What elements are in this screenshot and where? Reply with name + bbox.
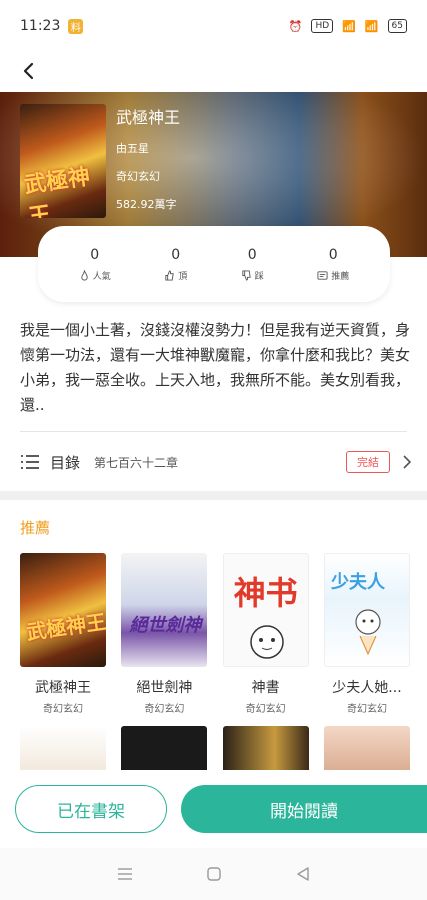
recommend-genre: 奇幻玄幻 [245,704,286,715]
recommend-name: 神書 [251,680,280,696]
stat-recommend[interactable]: 0 推薦 [317,247,349,282]
recommend-genre: 奇幻玄幻 [144,704,185,715]
fire-icon [81,269,88,280]
list-icon [21,455,39,469]
book-author[interactable]: 由五星 [116,140,180,156]
recommend-item[interactable]: 武極神王 武極神王 奇幻玄幻 [20,553,106,715]
recommend-cover: 少夫人 [323,553,410,667]
chevron-right-icon [403,455,412,469]
status-time: 11:23 [20,18,61,34]
status-badge: 完結 [346,451,390,473]
recommend-name: 少夫人她... [332,680,402,696]
recommend-cover[interactable] [323,726,410,776]
recommend-item[interactable]: 少夫人 少夫人她... 奇幻玄幻 [323,553,410,715]
catalog-label: 目錄 [50,453,81,472]
signal-icon-2: 📶 [364,19,379,33]
cover-text: 武極神王 [24,609,106,645]
system-nav-bar [0,848,427,900]
recommend-cover: 絕世劍神 [121,553,208,667]
status-bar: 11:23 料 ⏰ HD 📶 📶 65 [0,0,427,52]
back-triangle-icon[interactable] [296,866,310,882]
stat-upvote[interactable]: 0 頂 [164,247,187,282]
recommend-genre: 奇幻玄幻 [346,704,387,715]
battery-icon: 65 [387,19,407,33]
recommend-cover: 武極神王 [20,553,106,667]
recommend-item[interactable]: 神书 神書 奇幻玄幻 [222,553,309,715]
book-cover: 武極神王 [20,104,106,218]
start-reading-button[interactable]: 開始閱讀 [181,785,427,833]
stat-value: 0 [247,246,257,263]
cover-text: 少夫人 [330,572,385,593]
stat-value: 0 [90,246,100,263]
recommend-cover: 神书 [222,553,309,667]
stat-label-text: 人氣 [92,271,111,282]
stat-value: 0 [171,246,181,263]
action-bar: 已在書架 開始閱讀 [0,770,427,848]
stat-label-text: 推薦 [331,271,350,282]
recommend-icon [317,270,328,280]
recommend-name: 武極神王 [35,680,91,696]
book-title: 武極神王 [116,108,181,127]
recommend-cover[interactable] [121,726,208,776]
cat-illustration-icon [249,625,284,659]
character-illustration-icon [355,609,381,656]
stat-label-text: 頂 [178,271,188,282]
menu-icon[interactable] [117,867,133,881]
status-icons: ⏰ HD 📶 📶 65 [289,19,407,33]
recommend-cover[interactable] [222,726,309,776]
stat-label-text: 踩 [254,271,264,282]
cover-text: 神书 [233,574,298,612]
book-detail-page: 11:23 料 ⏰ HD 📶 📶 65 武極神王 武極神王 由五星 奇幻玄幻 5… [0,0,427,900]
cover-title-text: 武極神王 [22,163,92,218]
hd-icon: HD [311,19,334,33]
recommend-genre: 奇幻玄幻 [43,704,83,715]
stats-card: 0 人氣 0 頂 0 踩 0 推薦 [38,226,390,302]
recommend-list-row-2 [20,726,410,776]
thumbs-up-icon [165,269,174,281]
recommend-list: 武極神王 武極神王 奇幻玄幻 絕世劍神 絕世劍神 奇幻玄幻 神书 神書 奇幻玄幻 [20,553,410,715]
book-genre: 奇幻玄幻 [116,170,160,183]
recommend-item[interactable]: 絕世劍神 絕世劍神 奇幻玄幻 [121,553,208,715]
book-description[interactable]: 我是一個小土著，沒錢沒權沒勢力！但是我有逆天資質，身懷第一功法，還有一大堆神獸魔… [20,318,412,418]
recommend-name: 絕世劍神 [136,680,193,696]
in-bookshelf-button[interactable]: 已在書架 [15,785,167,833]
stat-downvote[interactable]: 0 踩 [241,247,264,282]
home-icon[interactable] [206,866,222,882]
book-info: 武極神王 由五星 奇幻玄幻 582.92萬字 [116,104,180,224]
back-arrow-icon[interactable] [18,60,40,82]
notification-badge: 料 [68,18,84,34]
signal-icon: 📶 [342,19,356,33]
alarm-icon: ⏰ [288,19,303,33]
recommend-title: 推薦 [20,519,51,537]
recommend-cover[interactable] [20,726,106,776]
stat-popularity[interactable]: 0 人氣 [79,247,111,282]
divider [20,431,407,432]
nav-bar [0,52,427,92]
section-separator [0,491,427,500]
book-word-count: 582.92萬字 [116,198,177,211]
cover-text: 絕世劍神 [129,615,202,636]
thumbs-down-icon [242,269,251,281]
catalog-row[interactable]: 目錄 第七百六十二章 完結 [20,444,412,480]
stat-value: 0 [328,246,338,263]
latest-chapter: 第七百六十二章 [94,455,179,470]
